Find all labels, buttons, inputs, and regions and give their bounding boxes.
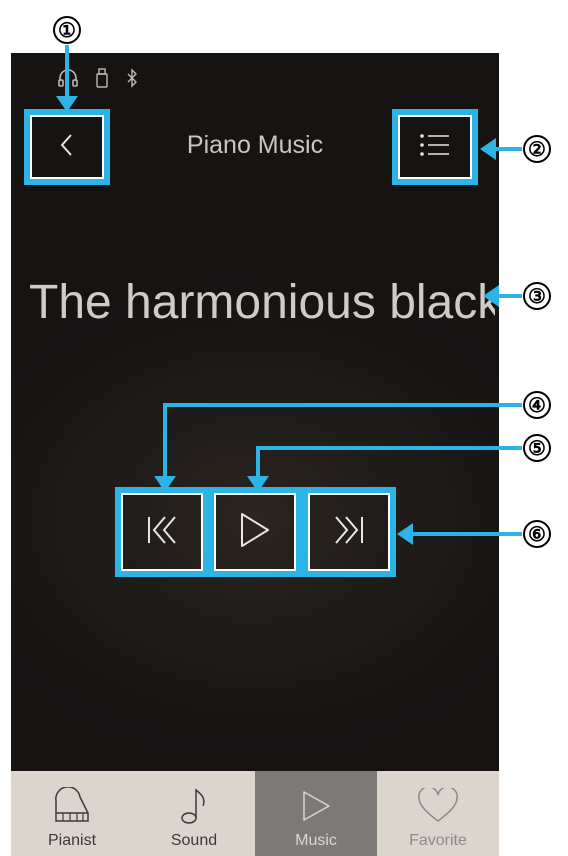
play-icon	[299, 784, 333, 828]
previous-track-icon	[145, 513, 179, 552]
status-bar	[57, 67, 139, 89]
tab-music[interactable]: Music	[255, 771, 377, 856]
tab-favorite[interactable]: Favorite	[377, 771, 499, 856]
tab-pianist[interactable]: Pianist	[11, 771, 133, 856]
play-icon	[238, 511, 272, 554]
music-note-icon	[179, 784, 209, 828]
play-button[interactable]	[208, 487, 302, 577]
next-track-icon	[332, 513, 366, 552]
callout-1: ①	[53, 16, 81, 44]
app-screen: Piano Music The harmonious black Pianist…	[11, 53, 499, 856]
callout-6: ⑥	[523, 520, 551, 548]
headphone-icon	[57, 67, 79, 89]
piano-icon	[52, 784, 92, 828]
heart-icon	[416, 784, 460, 828]
previous-button[interactable]	[115, 487, 209, 577]
usb-icon	[95, 67, 109, 89]
next-button[interactable]	[302, 487, 396, 577]
tab-label-music: Music	[295, 832, 337, 849]
tab-sound[interactable]: Sound	[133, 771, 255, 856]
tab-label-sound: Sound	[170, 832, 218, 849]
tab-label-pianist: Pianist	[47, 832, 97, 849]
callout-5: ⑤	[523, 434, 551, 462]
tab-bar: Pianist Sound Music Favorite	[11, 771, 499, 856]
song-title: The harmonious black	[29, 276, 495, 329]
song-list-button[interactable]	[392, 109, 478, 185]
callout-4: ④	[523, 391, 551, 419]
bluetooth-icon	[125, 67, 139, 89]
callout-3: ③	[523, 282, 551, 310]
tab-label-favorite: Favorite	[409, 832, 467, 849]
callout-2: ②	[523, 135, 551, 163]
list-icon	[419, 131, 451, 164]
